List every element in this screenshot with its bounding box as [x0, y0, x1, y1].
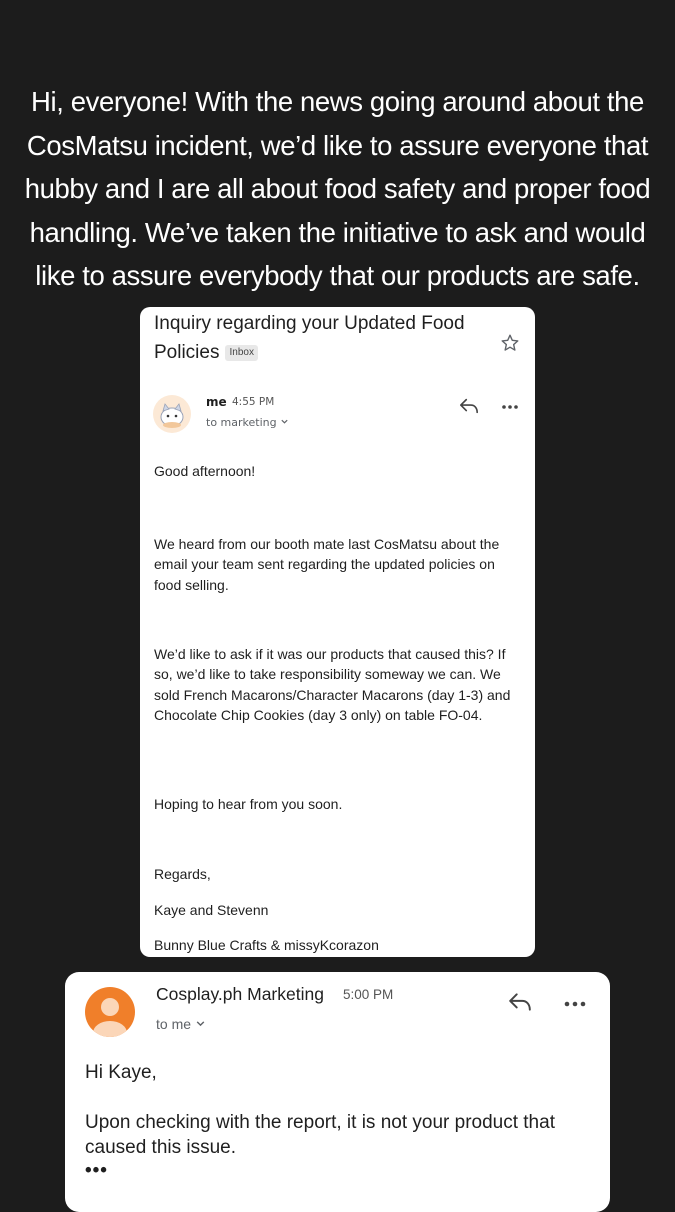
recipient-text: to marketing [206, 416, 277, 429]
greeting: Good afternoon! [154, 463, 256, 479]
sent-time: 4:55 PM [232, 396, 275, 408]
story-caption: Hi, everyone! With the news going around… [24, 86, 651, 291]
signature-brands: Bunny Blue Crafts & missyKcorazon [154, 937, 379, 953]
greeting: Hi Kaye, [85, 1062, 157, 1083]
chevron-down-icon [195, 1016, 206, 1032]
body-paragraph: We’d like to ask if it was our products … [154, 646, 511, 723]
subject-text: Inquiry regarding your Updated Food Poli… [154, 313, 465, 363]
sender-name: me [206, 395, 227, 409]
recipient-details-toggle[interactable]: to me [156, 1016, 206, 1032]
signature-names: Kaye and Stevenn [154, 902, 269, 918]
more-horizontal-icon[interactable] [563, 996, 587, 1010]
more-horizontal-icon[interactable] [501, 399, 519, 413]
sign-off: Regards, [154, 866, 211, 882]
avatar[interactable] [85, 987, 135, 1037]
chevron-down-icon [280, 416, 289, 429]
sender-name: Cosplay.ph Marketing [156, 984, 324, 1004]
avatar[interactable] [153, 395, 191, 433]
email-subject: Inquiry regarding your Updated Food Poli… [154, 309, 484, 367]
body-paragraph: We heard from our booth mate last CosMat… [154, 536, 500, 593]
email-card-inquiry: Inquiry regarding your Updated Food Poli… [140, 307, 535, 957]
body-paragraph: Upon checking with the report, it is not… [85, 1112, 555, 1158]
inbox-label-badge[interactable]: Inbox [225, 345, 258, 361]
reply-icon[interactable] [458, 396, 480, 416]
show-trimmed-content-button[interactable]: ••• [85, 1158, 108, 1183]
sent-time: 5:00 PM [343, 987, 394, 1002]
recipient-details-toggle[interactable]: to marketing [206, 416, 289, 429]
reply-icon[interactable] [506, 990, 534, 1014]
star-icon[interactable] [499, 332, 521, 354]
body-paragraph: Hoping to hear from you soon. [154, 796, 343, 812]
email-card-reply: Cosplay.ph Marketing 5:00 PM to me Hi Ka… [65, 972, 610, 1212]
recipient-text: to me [156, 1016, 192, 1032]
